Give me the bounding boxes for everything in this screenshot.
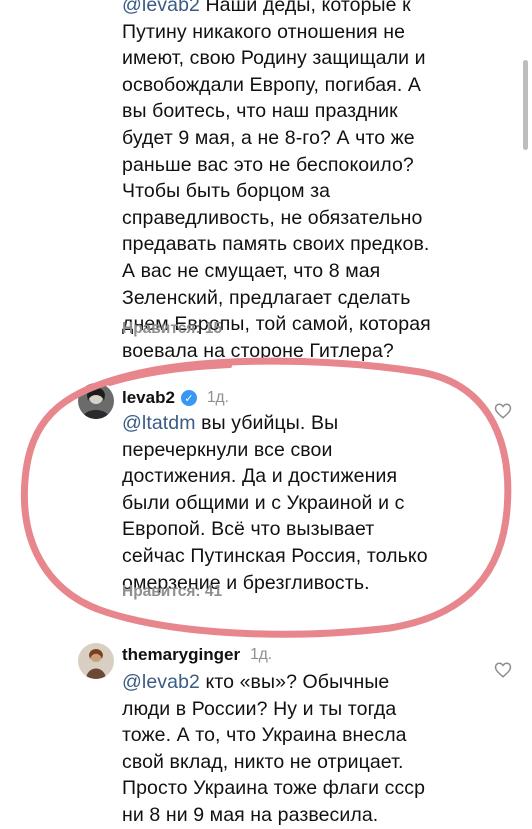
comment-3-body: кто «вы»? Обычные люди в России? Ну и ты…	[122, 671, 426, 826]
comment-1-likes[interactable]: Нравится: 15	[122, 320, 222, 338]
comment-2-header: levab2 ✓ 1д.	[122, 388, 229, 408]
timestamp[interactable]: 1д.	[250, 646, 272, 664]
username[interactable]: levab2	[122, 388, 175, 408]
comment-2-body: вы убийцы. Вы перечеркнули все свои дост…	[122, 412, 428, 594]
avatar[interactable]	[78, 383, 114, 419]
timestamp[interactable]: 1д.	[207, 389, 229, 407]
comment-1-text: @levab2 Наши деды, которые к Путину ника…	[122, 0, 494, 364]
like-heart-icon[interactable]	[494, 661, 512, 679]
verified-icon: ✓	[180, 390, 197, 406]
like-heart-icon[interactable]	[494, 402, 512, 420]
scrollbar[interactable]	[523, 60, 528, 150]
username[interactable]: themaryginger	[122, 645, 240, 665]
comment-1-mention[interactable]: @levab2	[122, 0, 200, 16]
comment-1-body: Наши деды, которые к Путину никакого отн…	[122, 0, 431, 362]
avatar[interactable]	[78, 643, 114, 679]
comment-2-text: @ltatdm вы убийцы. Вы перечеркнули все с…	[122, 410, 494, 596]
avatar-image	[78, 383, 114, 419]
comment-3-header: themaryginger 1д.	[122, 645, 272, 665]
comment-2-mention[interactable]: @ltatdm	[122, 412, 196, 434]
comment-3-text: @levab2 кто «вы»? Обычные люди в России?…	[122, 669, 494, 829]
comment-3-mention[interactable]: @levab2	[122, 671, 200, 693]
avatar-image	[78, 643, 114, 679]
comment-2-likes[interactable]: Нравится: 41	[122, 583, 222, 601]
